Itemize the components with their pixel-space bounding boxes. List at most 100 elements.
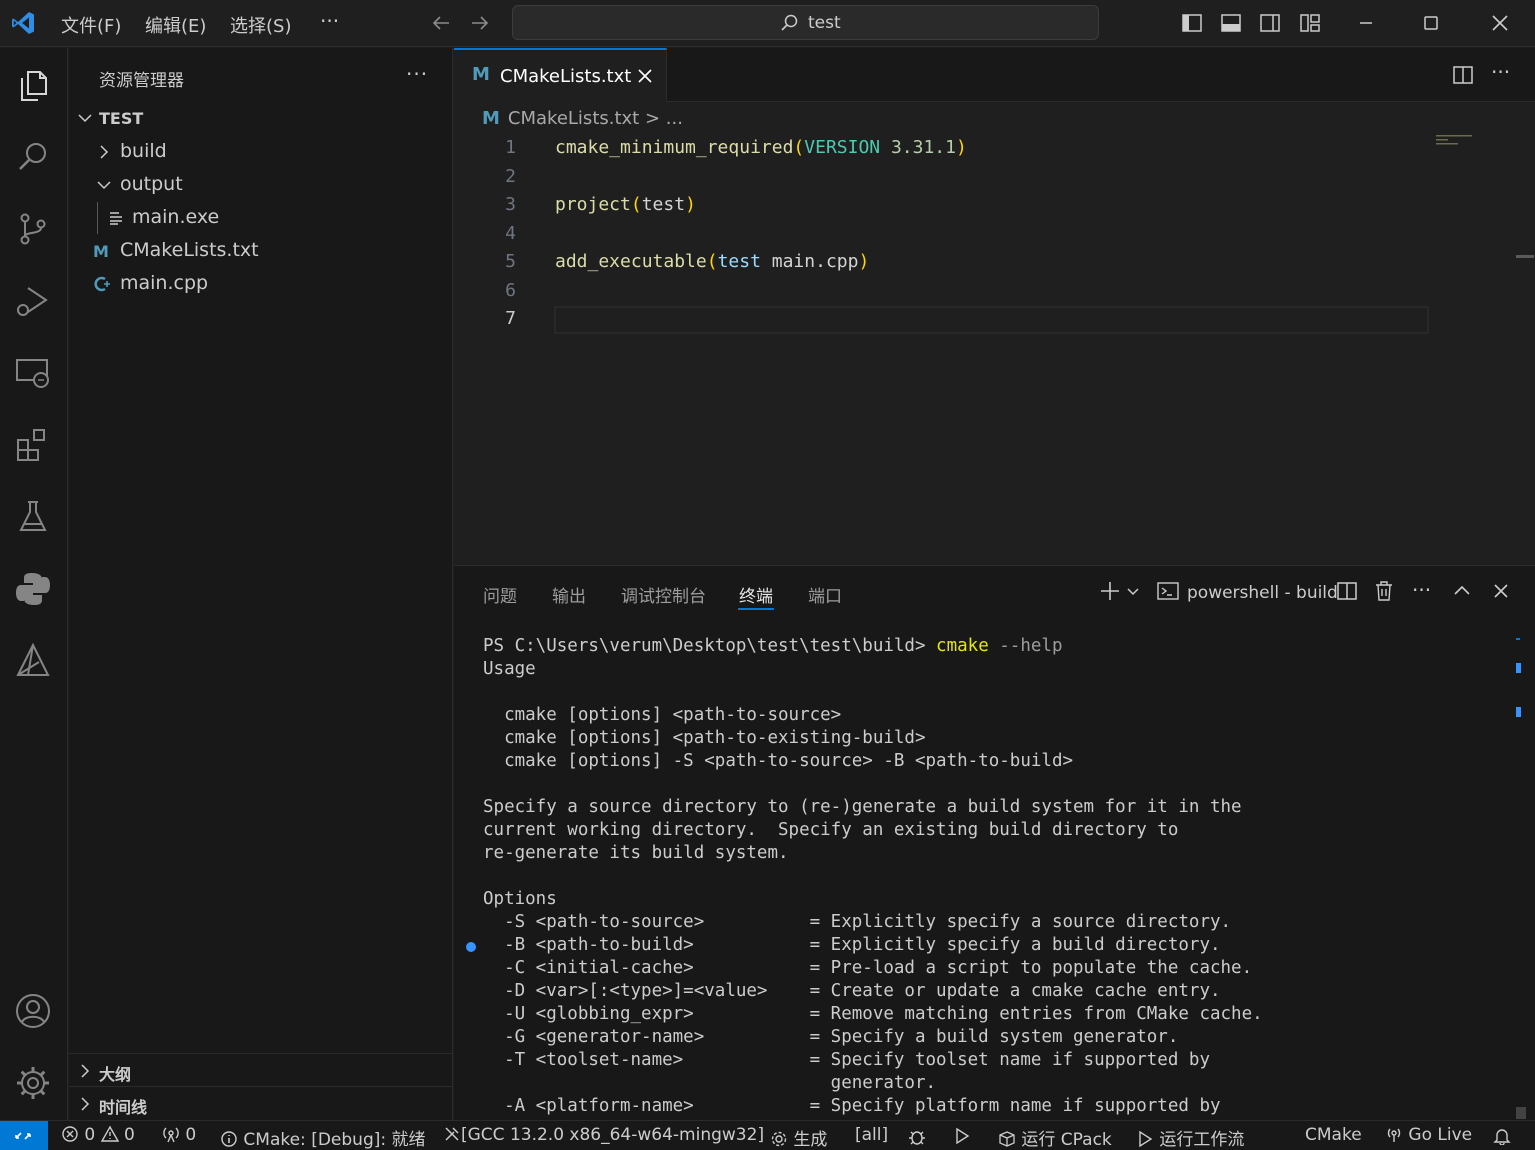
menu-more[interactable]: ··· — [320, 9, 339, 33]
remote-indicator-button[interactable] — [0, 1121, 48, 1150]
explorer-files-icon[interactable] — [14, 66, 52, 104]
code-token: ) — [858, 251, 870, 272]
toggle-primary-sidebar-icon[interactable] — [1181, 12, 1203, 34]
testing-flask-icon[interactable] — [14, 498, 52, 536]
editor-scrollbar-marker[interactable] — [1516, 255, 1534, 258]
terminal-name[interactable]: powershell - build — [1187, 583, 1338, 603]
cmake-kit[interactable]: [GCC 13.2.0 x86_64-w64-mingw32] — [443, 1125, 764, 1145]
split-editor-icon[interactable] — [1452, 64, 1474, 86]
menu-selection[interactable]: 选择(S) — [230, 12, 291, 38]
tree-item-output[interactable]: output — [69, 169, 452, 201]
tab-problems[interactable]: 问题 — [483, 582, 517, 607]
cmake-status-text: CMake: [Debug]: 就绪 — [243, 1130, 426, 1150]
maximize-panel-chevron-up-icon[interactable] — [1451, 580, 1473, 602]
maximize-icon[interactable] — [1420, 12, 1442, 34]
tree-item-main-cpp[interactable]: main.cpp — [69, 268, 452, 300]
code-line[interactable]: 5 add_executable(test main.cpp) — [454, 251, 1454, 279]
split-terminal-icon[interactable] — [1336, 580, 1358, 602]
folder-root-test[interactable]: TEST — [69, 102, 452, 134]
new-terminal-plus-icon[interactable] — [1099, 580, 1121, 602]
outline-label: 大纲 — [99, 1065, 132, 1084]
package-icon — [999, 1131, 1015, 1147]
gear-icon — [771, 1131, 787, 1147]
python-icon[interactable] — [14, 570, 52, 608]
code-line[interactable]: 7 — [454, 308, 1454, 336]
tree-item-main-exe[interactable]: main.exe — [69, 202, 452, 234]
tab-cmakelists[interactable]: M CMakeLists.txt — [454, 48, 667, 102]
go-live-button[interactable]: Go Live — [1385, 1125, 1472, 1145]
tree-item-cmakelists[interactable]: M CMakeLists.txt — [69, 235, 452, 267]
terminal-line: -T <toolset-name> = Specify toolset name… — [483, 1050, 1210, 1070]
cmake-target[interactable]: [all] — [855, 1125, 888, 1145]
tab-terminal[interactable]: 终端 — [739, 582, 773, 607]
search-activity-icon[interactable] — [14, 138, 52, 176]
debug-bug-icon[interactable] — [907, 1127, 927, 1147]
close-window-icon[interactable] — [1489, 12, 1511, 34]
kill-terminal-trash-icon[interactable] — [1373, 580, 1395, 602]
run-play-icon[interactable] — [953, 1127, 971, 1145]
tab-output[interactable]: 输出 — [552, 582, 586, 607]
close-tab-icon[interactable] — [636, 67, 654, 85]
chevron-down-icon[interactable] — [1126, 580, 1140, 602]
outline-section[interactable]: 大纲 — [69, 1055, 452, 1087]
timeline-section[interactable]: 时间线 — [69, 1088, 452, 1120]
play-icon — [1139, 1130, 1153, 1148]
cmake-build-button[interactable]: 生成 — [770, 1125, 827, 1150]
ports-status[interactable]: 0 — [162, 1125, 196, 1145]
explorer-more-actions[interactable]: ··· — [406, 62, 428, 86]
remote-explorer-icon[interactable] — [14, 354, 52, 392]
breadcrumb-rest[interactable]: > ... — [639, 108, 683, 129]
toggle-secondary-sidebar-icon[interactable] — [1259, 12, 1281, 34]
search-text: test — [808, 13, 841, 33]
section-divider — [69, 1053, 452, 1054]
chevron-right-icon — [81, 1064, 90, 1078]
run-debug-icon[interactable] — [14, 282, 52, 320]
breadcrumb[interactable]: M CMakeLists.txt > ... — [482, 108, 683, 129]
breadcrumb-file[interactable]: CMakeLists.txt — [508, 108, 639, 129]
back-arrow-icon[interactable] — [430, 12, 452, 34]
timeline-label: 时间线 — [99, 1098, 148, 1117]
error-count: 0 — [84, 1125, 96, 1145]
accounts-icon[interactable] — [14, 992, 52, 1030]
notifications-bell-icon[interactable] — [1493, 1127, 1511, 1145]
extensions-icon[interactable] — [14, 426, 52, 464]
menu-file[interactable]: 文件(F) — [61, 12, 121, 38]
tab-debug-console[interactable]: 调试控制台 — [621, 582, 706, 607]
command-decoration-dot[interactable] — [466, 942, 476, 952]
code-line[interactable]: 3 project(test) — [454, 194, 1454, 222]
close-panel-icon[interactable] — [1490, 580, 1512, 602]
manage-gear-icon[interactable] — [14, 1064, 52, 1102]
terminal-line: -C <initial-cache> = Pre-load a script t… — [483, 958, 1253, 978]
customize-layout-icon[interactable] — [1299, 12, 1321, 34]
warning-count: 0 — [124, 1125, 135, 1145]
terminal-scroll-thumb[interactable] — [1516, 1107, 1526, 1119]
code-line[interactable]: 4 — [454, 223, 1454, 251]
menu-edit[interactable]: 编辑(E) — [145, 12, 206, 38]
code-line[interactable]: 6 — [454, 280, 1454, 308]
code-line[interactable]: 2 — [454, 166, 1454, 194]
minimize-icon[interactable] — [1355, 12, 1377, 34]
activity-bar — [0, 48, 68, 1120]
editor-more-actions[interactable]: ··· — [1491, 60, 1510, 84]
code-token: test — [641, 194, 686, 215]
cmake-activity-icon[interactable] — [14, 642, 52, 680]
cmake-button[interactable]: CMake — [1305, 1125, 1362, 1145]
minimap[interactable] — [1434, 133, 1484, 153]
panel-more-actions[interactable]: ··· — [1412, 578, 1431, 602]
run-cpack-button[interactable]: 运行 CPack — [998, 1125, 1112, 1150]
problems-status[interactable]: 0 0 — [61, 1125, 135, 1145]
tree-item-build[interactable]: build — [69, 136, 452, 168]
terminal-line: -B <path-to-build> = Explicitly specify … — [483, 935, 1221, 955]
tab-ports[interactable]: 端口 — [808, 582, 842, 607]
explorer-title: 资源管理器 — [99, 71, 184, 91]
tree-item-label: main.exe — [132, 206, 220, 228]
run-workflow-button[interactable]: 运行工作流 — [1136, 1125, 1244, 1150]
command-center-search[interactable]: test — [512, 5, 1099, 40]
terminal-line: re-generate its build system. — [483, 843, 789, 863]
code-line[interactable]: 1 cmake_minimum_required(VERSION 3.31.1) — [454, 137, 1454, 165]
terminal-scrollbar[interactable] — [1516, 638, 1520, 640]
forward-arrow-icon[interactable] — [469, 12, 491, 34]
source-control-icon[interactable] — [14, 210, 52, 248]
toggle-panel-icon[interactable] — [1220, 12, 1242, 34]
cmake-status[interactable]: CMake: [Debug]: 就绪 — [220, 1125, 426, 1150]
